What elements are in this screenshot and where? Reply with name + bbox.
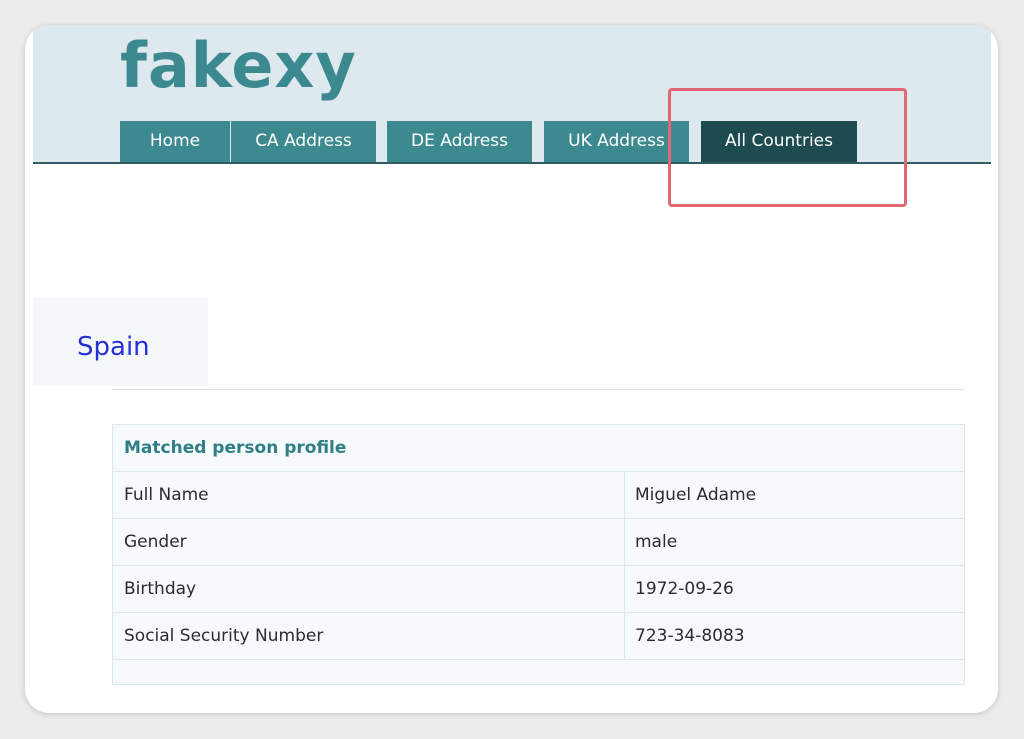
browser-window: fakexy Home CA Address DE Address UK Add…: [25, 25, 998, 713]
profile-table-header: Matched person profile: [113, 425, 964, 472]
table-row: Birthday 1972-09-26: [113, 566, 964, 613]
row-label-gender: Gender: [124, 532, 187, 552]
row-value-gender: male: [624, 519, 964, 565]
row-label-ssn: Social Security Number: [124, 626, 324, 646]
row-value-ssn: 723-34-8083: [624, 613, 964, 659]
highlight-annotation-box: [668, 88, 907, 207]
row-value-full-name: Miguel Adame: [624, 472, 964, 518]
table-row: Gender male: [113, 519, 964, 566]
table-row: Social Security Number 723-34-8083: [113, 613, 964, 660]
person-profile-table: Matched person profile Full Name Miguel …: [112, 424, 965, 685]
row-label-full-name: Full Name: [124, 485, 209, 505]
site-logo[interactable]: fakexy: [120, 35, 357, 97]
section-divider: [112, 389, 964, 390]
country-heading-box: Spain: [33, 298, 208, 386]
table-row: Full Name Miguel Adame: [113, 472, 964, 519]
nav-tab-ca-address[interactable]: CA Address: [231, 121, 376, 162]
nav-tab-home[interactable]: Home: [120, 121, 230, 162]
row-value-birthday: 1972-09-26: [624, 566, 964, 612]
country-title: Spain: [77, 332, 150, 362]
nav-tab-de-address[interactable]: DE Address: [387, 121, 532, 162]
row-label-birthday: Birthday: [124, 579, 197, 599]
